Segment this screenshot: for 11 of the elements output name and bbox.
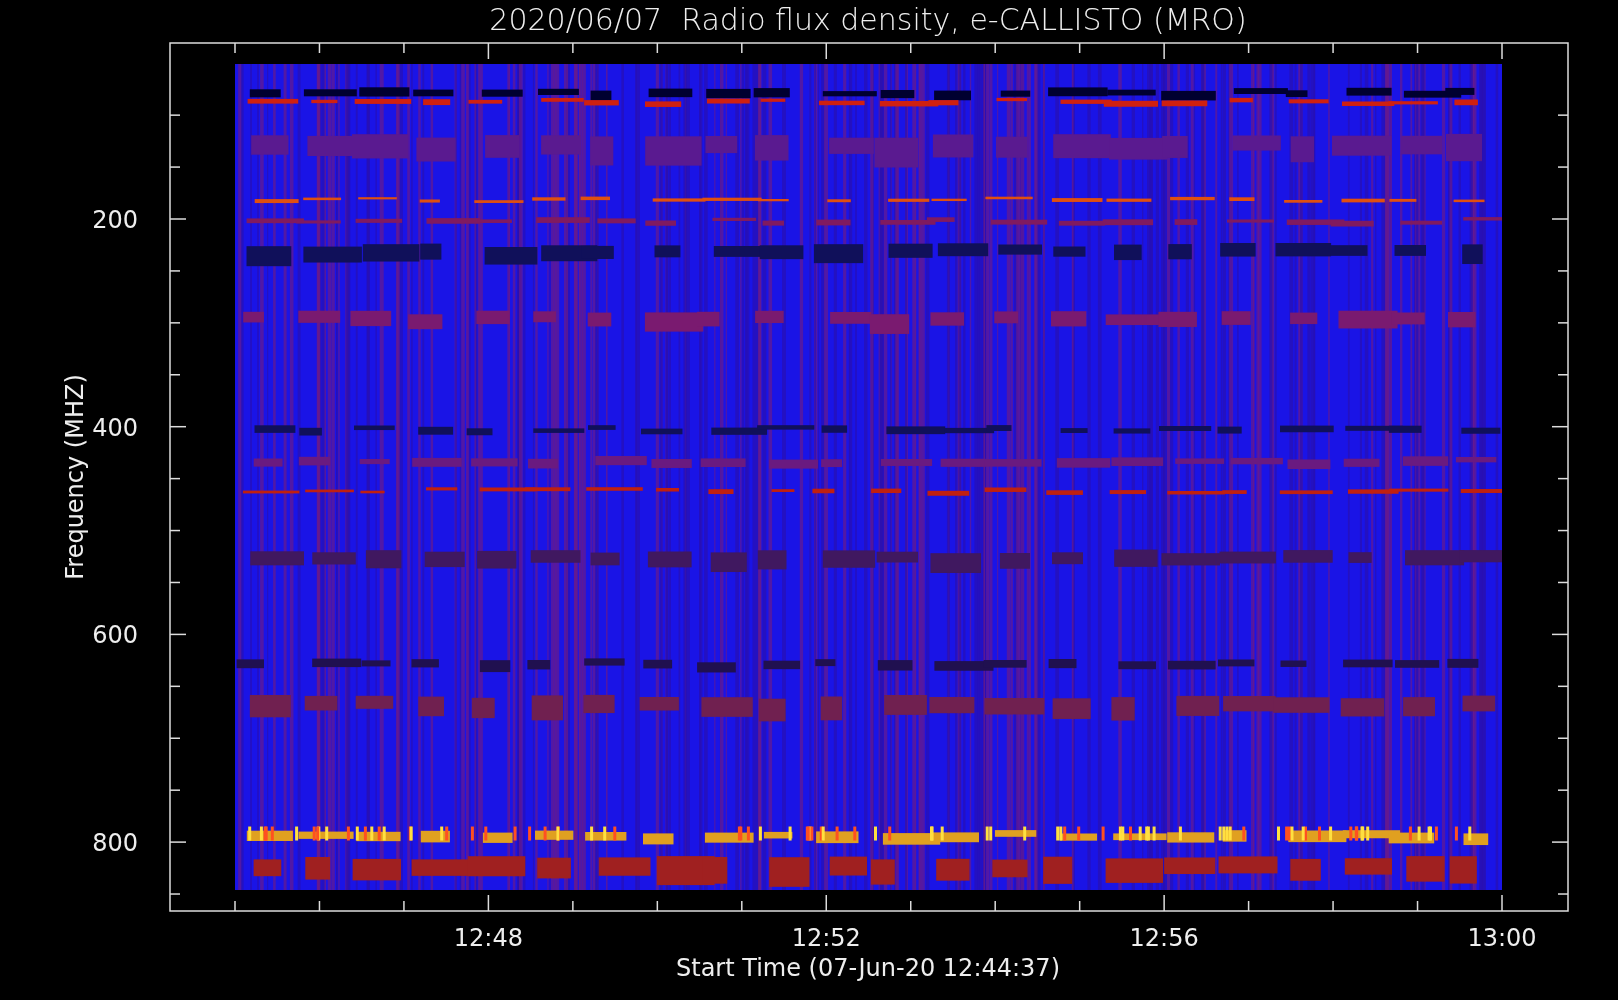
x-tick-label: 13:00: [1467, 924, 1537, 952]
y-tick-label: 400: [92, 413, 138, 442]
y-tick-label: 800: [92, 829, 138, 858]
y-tick-label: 600: [92, 621, 138, 650]
x-tick-label: 12:52: [791, 924, 861, 952]
x-tick-label: 12:56: [1129, 924, 1199, 952]
y-tick-label: 200: [92, 206, 138, 234]
y-axis-title: Frequency (MHZ): [61, 374, 89, 580]
chart-title: 2020/06/07 Radio flux density, e-CALLISTO (MRO): [489, 2, 1247, 37]
x-axis-title: Start Time (07-Jun-20 12:44:37): [676, 954, 1060, 982]
x-tick-label: 12:48: [453, 924, 523, 952]
